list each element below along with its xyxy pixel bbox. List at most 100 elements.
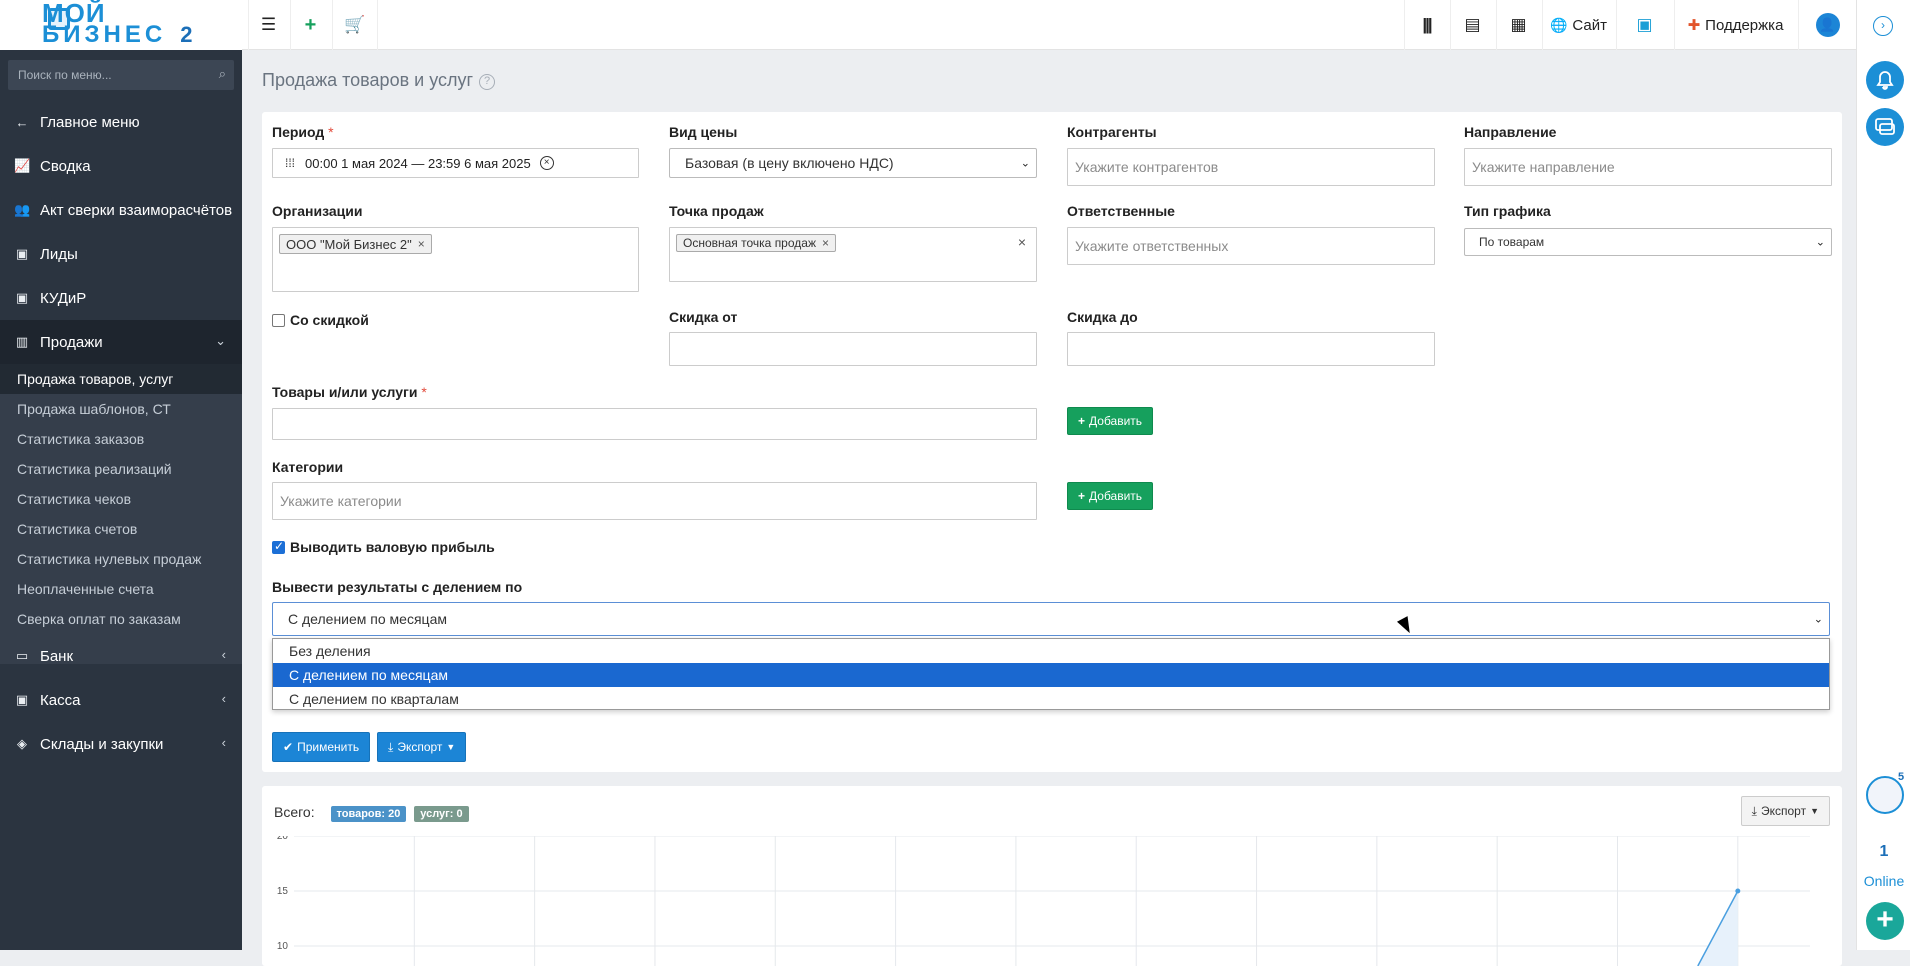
submenu-item-goods-sales[interactable]: Продажа товаров, услуг bbox=[0, 364, 242, 394]
sidebar-item-kudir[interactable]: ▣ КУДиР bbox=[0, 276, 242, 320]
search-icon[interactable]: ⌕ bbox=[219, 66, 226, 82]
chart-data-point[interactable] bbox=[1735, 888, 1741, 894]
split-value: С делением по месяцам bbox=[288, 611, 447, 627]
export-label: Экспорт bbox=[397, 740, 443, 754]
reports-button[interactable]: ▤ bbox=[1450, 0, 1494, 50]
results-export-button[interactable]: ⤓ Экспорт ▼ bbox=[1740, 796, 1830, 826]
org-tag-text: ООО "Мой Бизнес 2" bbox=[286, 236, 412, 252]
contact-card-icon: ▣ bbox=[15, 246, 29, 261]
discount-from-label: Скидка от bbox=[669, 309, 738, 325]
page-title: Продажа товаров и услуг? bbox=[262, 70, 496, 91]
orgs-field[interactable]: ООО "Мой Бизнес 2" × bbox=[272, 227, 639, 292]
categories-input[interactable] bbox=[273, 483, 1036, 519]
gross-profit-checkbox-box[interactable] bbox=[272, 539, 285, 554]
add-goods-label: Добавить bbox=[1089, 414, 1143, 428]
direction-input[interactable] bbox=[1465, 149, 1831, 185]
rail-plus-button[interactable]: + bbox=[1866, 902, 1904, 940]
online-label[interactable]: Online bbox=[1857, 873, 1910, 889]
users-icon: 👥 bbox=[14, 202, 31, 217]
price-type-label: Вид цены bbox=[669, 124, 738, 140]
goods-count-badge: товаров: 20 bbox=[330, 806, 407, 822]
price-type-select[interactable]: Базовая (в цену включено НДС) ⌄ bbox=[669, 148, 1037, 178]
book-icon: ▣ bbox=[15, 290, 29, 305]
sidebar-item-label: Лиды bbox=[40, 245, 78, 263]
split-option-months[interactable]: С делением по месяцам bbox=[273, 663, 1829, 687]
logo-line-2: БИЗНЕС bbox=[42, 21, 167, 48]
clear-all-icon[interactable]: × bbox=[1018, 234, 1026, 250]
discount-label: Со скидкой bbox=[290, 312, 369, 328]
add-category-button[interactable]: + Добавить bbox=[1067, 482, 1154, 510]
sidebar-item-summary[interactable]: 📈 Сводка bbox=[0, 144, 242, 188]
discount-from-input[interactable] bbox=[670, 333, 1036, 365]
submenu-item-realization-stats[interactable]: Статистика реализаций bbox=[0, 454, 242, 484]
site-label: Сайт bbox=[1572, 16, 1608, 34]
plus-icon: + bbox=[1078, 414, 1086, 428]
split-option-none[interactable]: Без деления bbox=[273, 639, 1829, 663]
calendar-button[interactable]: ▦ bbox=[1496, 0, 1540, 50]
sidebar-item-main-menu[interactable]: ← Главное меню bbox=[0, 100, 242, 144]
discount-to-label: Скидка до bbox=[1067, 309, 1138, 325]
submenu-item-invoice-stats[interactable]: Статистика счетов bbox=[0, 514, 242, 544]
quick-add-button[interactable]: + bbox=[290, 0, 330, 50]
page-title-text: Продажа товаров и услуг bbox=[262, 70, 474, 90]
goods-input[interactable] bbox=[273, 409, 1036, 439]
menu-search-input[interactable] bbox=[8, 60, 198, 90]
download-icon: ⤓ bbox=[388, 739, 394, 754]
rail-toggle-icon[interactable]: › bbox=[1873, 16, 1893, 36]
clear-period-icon[interactable]: × bbox=[539, 156, 554, 170]
sales-chart: 20 15 10 bbox=[277, 836, 1810, 966]
split-select[interactable]: С делением по месяцам ⌄ bbox=[272, 602, 1830, 636]
sidebar: ⌕ ← Главное меню 📈 Сводка 👥 Акт сверки в… bbox=[0, 50, 242, 950]
pos-field[interactable]: Основная точка продаж × × bbox=[669, 227, 1037, 282]
pos-tag-text: Основная точка продаж bbox=[683, 236, 816, 250]
split-option-quarters[interactable]: С делением по кварталам bbox=[273, 687, 1829, 711]
sidebar-item-sales[interactable]: ▥ Продажи ⌄ bbox=[0, 320, 242, 364]
period-field[interactable]: ⁞⁞⁞ 00:00 1 мая 2024 — 23:59 6 мая 2025 … bbox=[272, 148, 639, 178]
app-logo[interactable]: МОЙ БИЗНЕС 2 bbox=[0, 0, 242, 50]
discount-to-input[interactable] bbox=[1068, 333, 1434, 365]
notification-bell-icon[interactable] bbox=[1866, 61, 1904, 99]
help-icon[interactable]: ? bbox=[479, 74, 496, 90]
chat-icon[interactable] bbox=[1866, 108, 1904, 146]
remove-tag-icon[interactable]: × bbox=[822, 236, 829, 250]
discount-checkbox[interactable]: Со скидкой bbox=[272, 312, 369, 328]
remove-tag-icon[interactable]: × bbox=[418, 237, 425, 251]
add-goods-button[interactable]: + Добавить bbox=[1067, 407, 1154, 435]
site-button[interactable]: 🌐 Сайт bbox=[1542, 0, 1614, 50]
submenu-item-order-stats[interactable]: Статистика заказов bbox=[0, 424, 242, 454]
support-button[interactable]: ✚ Поддержка bbox=[1674, 0, 1796, 50]
cart-button[interactable]: 🛒 bbox=[332, 0, 378, 50]
submenu-item-zero-sales[interactable]: Статистика нулевых продаж bbox=[0, 544, 242, 574]
sidebar-item-warehouse[interactable]: ◈ Склады и закупки ‹ bbox=[0, 722, 242, 766]
chart-type-select[interactable]: По товарам ⌄ bbox=[1464, 228, 1832, 256]
apply-button[interactable]: ✔ Применить bbox=[272, 732, 371, 762]
pos-tag: Основная точка продаж × bbox=[676, 234, 836, 252]
menu-toggle-button[interactable]: ☰ bbox=[248, 0, 288, 50]
sidebar-item-reconciliation[interactable]: 👥 Акт сверки взаиморасчётов bbox=[0, 188, 242, 232]
gross-profit-checkbox[interactable]: Выводить валовую прибыль bbox=[272, 539, 495, 555]
services-count-badge: услуг: 0 bbox=[414, 806, 469, 822]
sidebar-item-cash[interactable]: ▣ Касса ‹ bbox=[0, 678, 242, 722]
list-icon: ▤ bbox=[1464, 15, 1481, 34]
required-mark: * bbox=[421, 384, 427, 400]
submenu-item-receipt-stats[interactable]: Статистика чеков bbox=[0, 484, 242, 514]
sidebar-item-leads[interactable]: ▣ Лиды bbox=[0, 232, 242, 276]
user-icon: 👤 bbox=[1815, 13, 1840, 37]
mobile-app-button[interactable]: ▣ bbox=[1616, 0, 1672, 50]
goods-label-text: Товары и/или услуги bbox=[272, 384, 418, 400]
profile-button[interactable]: 👤 bbox=[1798, 0, 1856, 50]
export-button[interactable]: ⤓ Экспорт ▼ bbox=[377, 732, 467, 762]
globe-icon: 🌐 bbox=[1549, 16, 1568, 33]
submenu-item-unpaid-invoices[interactable]: Неоплаченные счета bbox=[0, 574, 242, 604]
barcode-button[interactable]: ||| bbox=[1404, 0, 1448, 50]
discount-checkbox-box[interactable] bbox=[272, 313, 285, 327]
chart-type-label: Тип графика bbox=[1464, 203, 1551, 219]
total-label: Всего: bbox=[274, 804, 315, 820]
submenu-item-template-sales[interactable]: Продажа шаблонов, СТ bbox=[0, 394, 242, 424]
sidebar-item-label: Сводка bbox=[40, 157, 91, 175]
responsible-input[interactable] bbox=[1068, 228, 1434, 264]
sidebar-item-label: Акт сверки взаиморасчётов bbox=[40, 201, 233, 219]
submenu-item-payment-reconciliation[interactable]: Сверка оплат по заказам bbox=[0, 604, 242, 634]
sidebar-item-bank[interactable]: ▭ Банк ‹ bbox=[0, 634, 242, 678]
contractors-input[interactable] bbox=[1068, 149, 1434, 185]
